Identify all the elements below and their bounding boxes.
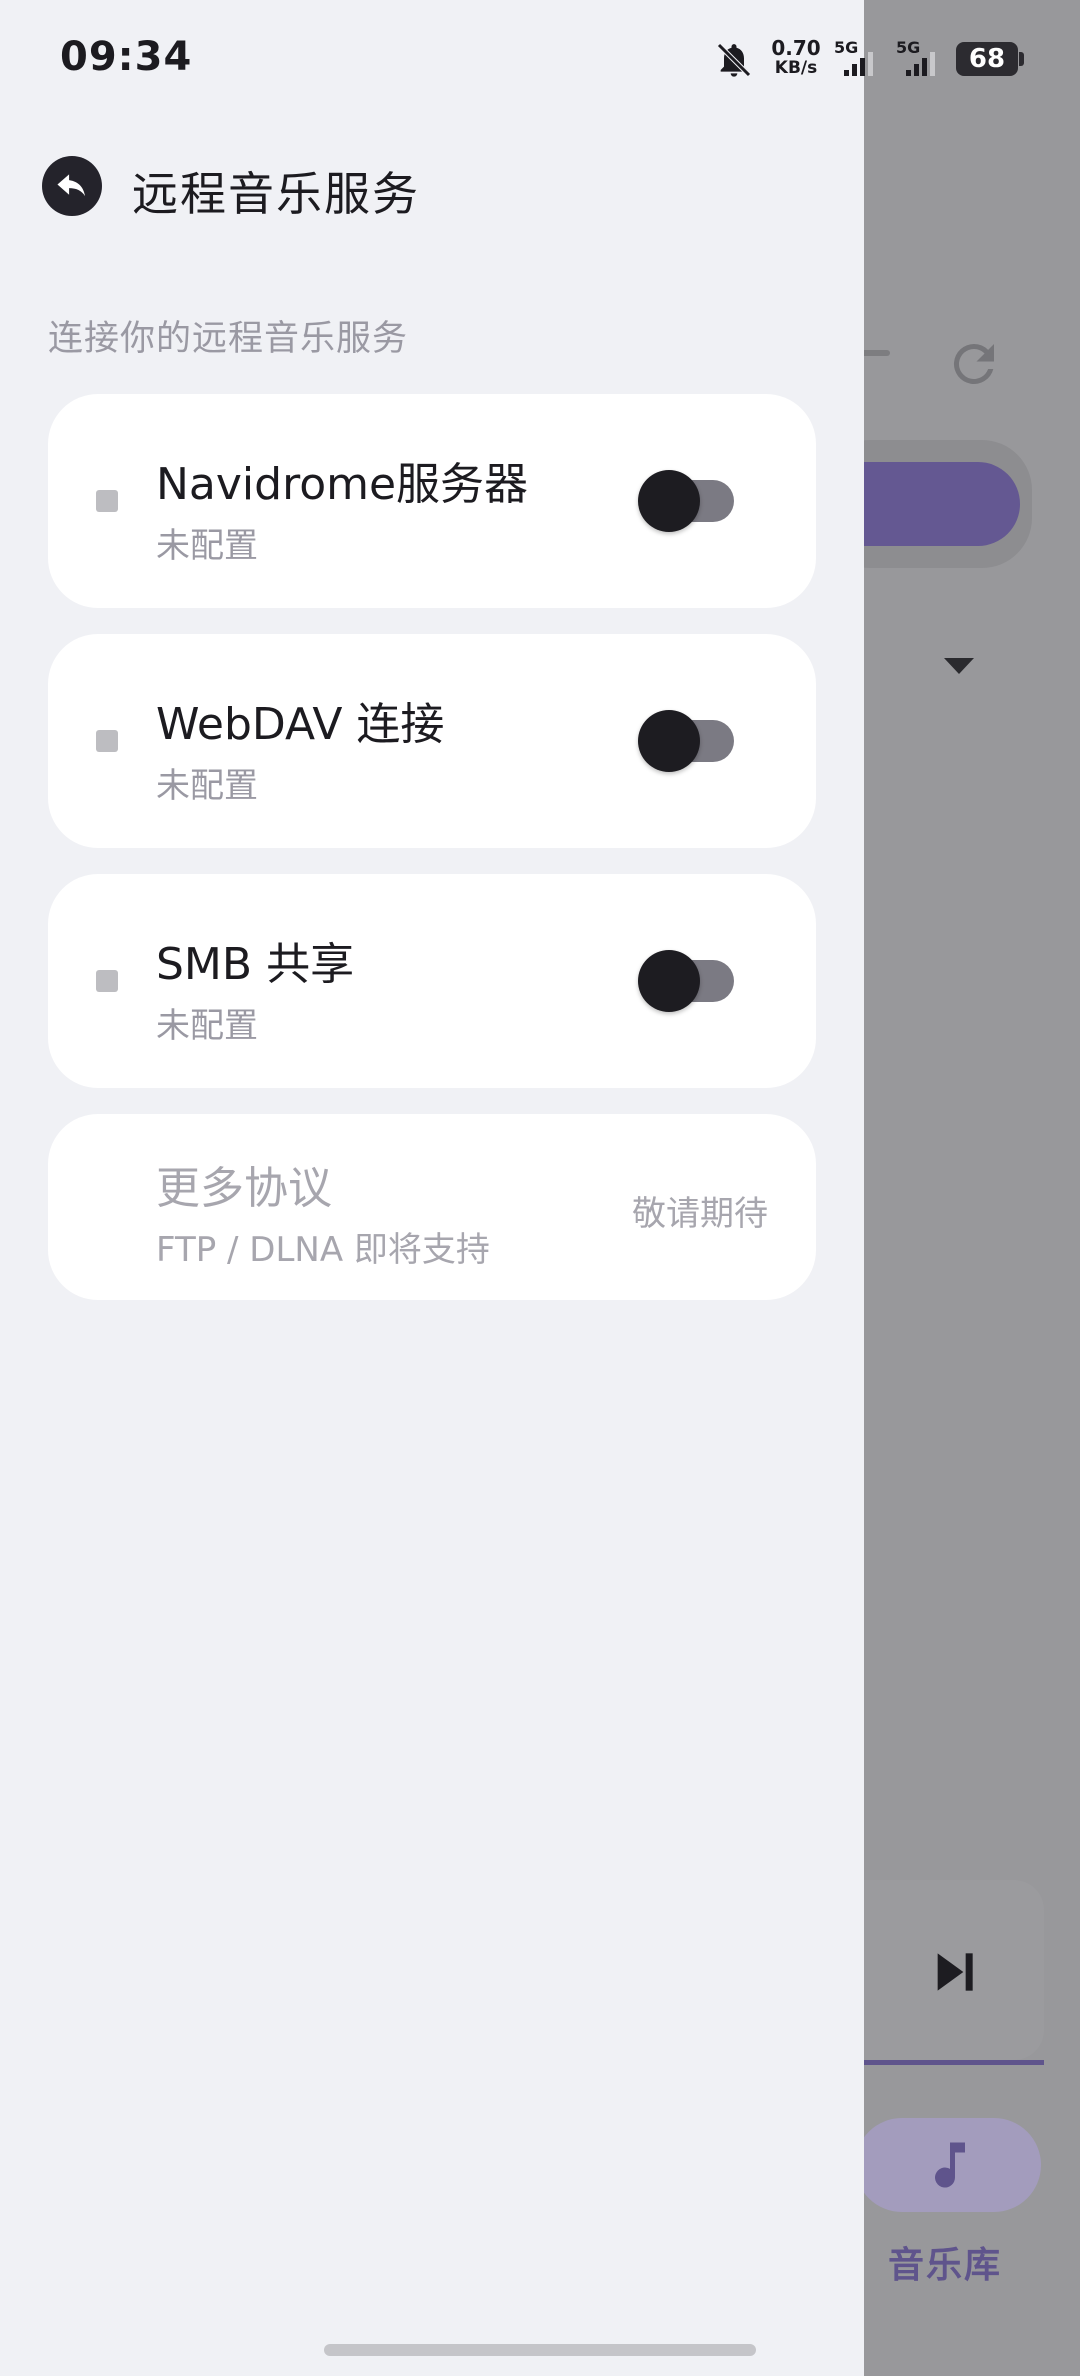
status-indicator-icon bbox=[96, 970, 118, 992]
navidrome-toggle[interactable] bbox=[638, 470, 742, 532]
signal-strength-icon bbox=[844, 52, 873, 76]
service-title: WebDAV 连接 bbox=[156, 699, 445, 750]
toggle-knob bbox=[638, 710, 700, 772]
service-status: 未配置 bbox=[156, 526, 258, 566]
page-title: 远程音乐服务 bbox=[132, 167, 420, 221]
more-protocols-subtitle: FTP / DLNA 即将支持 bbox=[156, 1230, 490, 1270]
more-protocols-title: 更多协议 bbox=[156, 1163, 332, 1214]
network-speed-unit: KB/s bbox=[774, 58, 818, 78]
playback-progress-bar bbox=[864, 2060, 1044, 2065]
skip-next-icon bbox=[937, 1953, 973, 1991]
nav-item-library-label: 音乐库 bbox=[888, 2245, 1003, 2286]
service-title: Navidrome服务器 bbox=[156, 459, 529, 510]
service-status: 未配置 bbox=[156, 1006, 258, 1046]
signal-sim1: 5G bbox=[828, 38, 888, 82]
music-note-icon bbox=[935, 2142, 965, 2188]
more-protocols-card: 更多协议 FTP / DLNA 即将支持 敬请期待 bbox=[48, 1114, 816, 1300]
service-status: 未配置 bbox=[156, 766, 258, 806]
dropdown-caret-icon bbox=[944, 658, 974, 674]
sort-icon bbox=[860, 350, 890, 356]
service-card-smb[interactable]: SMB 共享 未配置 bbox=[48, 874, 816, 1088]
refresh-icon bbox=[953, 343, 994, 384]
status-indicator-icon bbox=[96, 730, 118, 752]
status-time: 09:34 bbox=[60, 34, 193, 80]
battery-icon: 68 bbox=[956, 42, 1024, 76]
toggle-knob bbox=[638, 470, 700, 532]
network-speed: 0.70 KB/s bbox=[766, 38, 826, 78]
remote-music-drawer: 09:34 0.70 KB/s 5G 5G 68 远程音乐服务 连接你的远程音乐… bbox=[0, 0, 1024, 2376]
status-indicator-icon bbox=[96, 490, 118, 512]
bell-off-icon bbox=[717, 43, 751, 77]
back-arrow-icon bbox=[57, 174, 86, 197]
webdav-toggle[interactable] bbox=[638, 710, 742, 772]
service-card-webdav[interactable]: WebDAV 连接 未配置 bbox=[48, 634, 816, 848]
coming-soon-badge: 敬请期待 bbox=[632, 1194, 768, 1234]
home-indicator[interactable] bbox=[324, 2344, 756, 2356]
signal-strength-icon bbox=[906, 52, 935, 76]
network-speed-value: 0.70 bbox=[771, 36, 821, 60]
section-label: 连接你的远程音乐服务 bbox=[48, 319, 409, 359]
smb-toggle[interactable] bbox=[638, 950, 742, 1012]
service-card-navidrome[interactable]: Navidrome服务器 未配置 bbox=[48, 394, 816, 608]
toggle-knob bbox=[638, 950, 700, 1012]
service-title: SMB 共享 bbox=[156, 939, 355, 990]
signal-sim2: 5G bbox=[890, 38, 950, 82]
back-button[interactable] bbox=[42, 156, 102, 216]
